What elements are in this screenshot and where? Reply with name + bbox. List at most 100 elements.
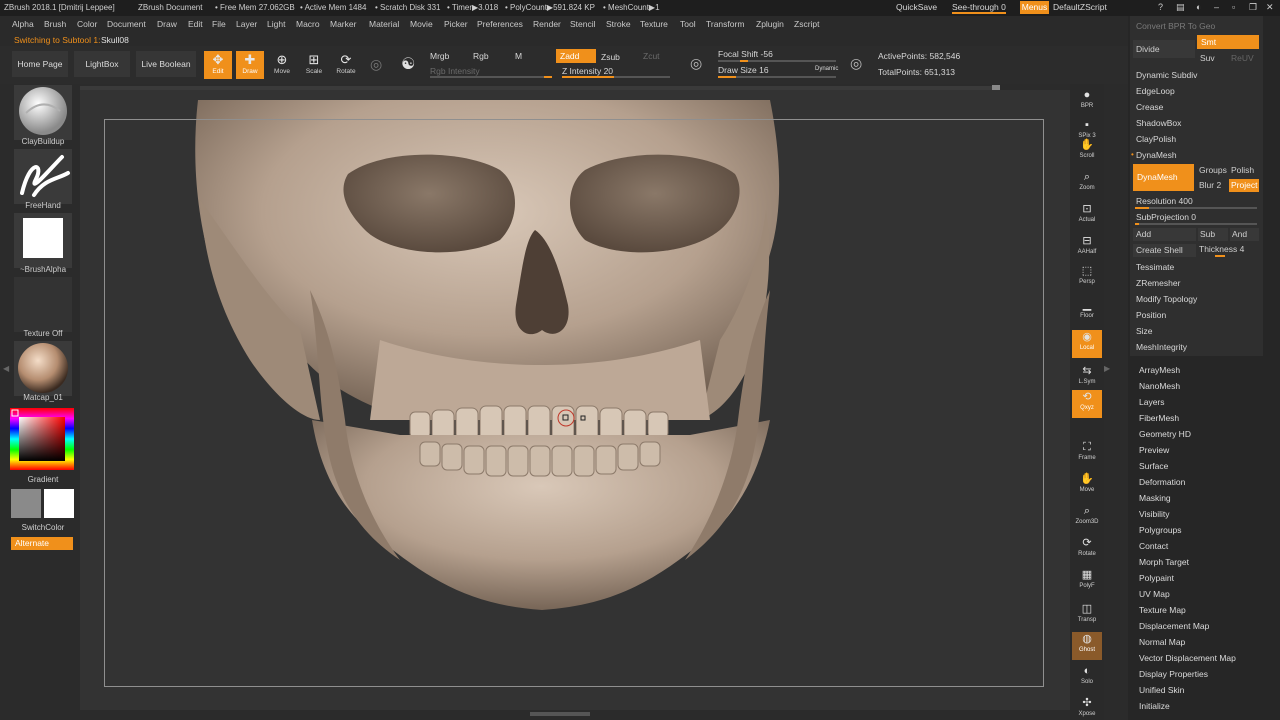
- edgeloop-menu[interactable]: EdgeLoop: [1136, 86, 1175, 96]
- material-thumbnail[interactable]: [14, 341, 72, 396]
- and-button[interactable]: And: [1230, 228, 1259, 241]
- right-shelf-polyf-button[interactable]: ▦ PolyF: [1072, 568, 1102, 596]
- menu-transform[interactable]: Transform: [706, 19, 744, 29]
- menu-edit[interactable]: Edit: [188, 19, 203, 29]
- focal-shift-slider[interactable]: Focal Shift -56: [718, 49, 773, 59]
- rgb-sphere-icon[interactable]: ☯: [401, 54, 415, 74]
- menu-zscript[interactable]: Zscript: [794, 19, 820, 29]
- tessimate-menu[interactable]: Tessimate: [1136, 262, 1174, 272]
- m-button[interactable]: M: [515, 51, 522, 61]
- menu-brush[interactable]: Brush: [44, 19, 66, 29]
- menus-button[interactable]: Menus: [1020, 1, 1049, 14]
- see-through-slider[interactable]: See-through 0: [952, 2, 1006, 14]
- right-shelf-bpr-button[interactable]: ● BPR: [1072, 88, 1102, 116]
- subpalette-visibility[interactable]: Visibility: [1139, 509, 1170, 519]
- rotate-button[interactable]: ⟳ Rotate: [332, 51, 360, 79]
- layout-icon[interactable]: ▤: [1176, 2, 1185, 13]
- zcut-button[interactable]: Zcut: [643, 51, 660, 61]
- rgb-button[interactable]: Rgb: [473, 51, 489, 61]
- subpalette-nanomesh[interactable]: NanoMesh: [1139, 381, 1180, 391]
- size-menu[interactable]: Size: [1136, 326, 1153, 336]
- default-zscript-button[interactable]: DefaultZScript: [1053, 2, 1107, 12]
- right-shelf-zoom-button[interactable]: ⌕ Zoom: [1072, 170, 1102, 198]
- reuv-toggle[interactable]: ReUV: [1231, 52, 1254, 65]
- subpalette-layers[interactable]: Layers: [1139, 397, 1165, 407]
- draw-size-slider[interactable]: Draw Size 16: [718, 65, 769, 75]
- switch-color-button[interactable]: SwitchColor: [8, 523, 78, 532]
- zsub-button[interactable]: Zsub: [601, 52, 620, 62]
- right-tray-arrow-icon[interactable]: ▶: [1104, 364, 1110, 373]
- subpalette-uv-map[interactable]: UV Map: [1139, 589, 1170, 599]
- menu-material[interactable]: Material: [369, 19, 399, 29]
- meshintegrity-menu[interactable]: MeshIntegrity: [1136, 342, 1187, 352]
- z-intensity-slider[interactable]: Z Intensity 20: [562, 66, 613, 76]
- right-shelf-ghost-button[interactable]: ◍ Ghost: [1072, 632, 1102, 660]
- right-shelf-actual-button[interactable]: ⊡ Actual: [1072, 202, 1102, 230]
- scale-button[interactable]: ⊞ Scale: [300, 51, 328, 79]
- left-tray-arrow-icon[interactable]: ◀: [3, 364, 9, 373]
- live-boolean-button[interactable]: Live Boolean: [136, 51, 196, 77]
- menu-alpha[interactable]: Alpha: [12, 19, 34, 29]
- menu-texture[interactable]: Texture: [640, 19, 668, 29]
- focal-icon[interactable]: ◎: [690, 55, 702, 72]
- menu-document[interactable]: Document: [107, 19, 146, 29]
- subpalette-contact[interactable]: Contact: [1139, 541, 1168, 551]
- subpalette-polygroups[interactable]: Polygroups: [1139, 525, 1182, 535]
- right-shelf-frame-button[interactable]: ⛶ Frame: [1072, 440, 1102, 468]
- menu-zplugin[interactable]: Zplugin: [756, 19, 784, 29]
- subpalette-geometry-hd[interactable]: Geometry HD: [1139, 429, 1191, 439]
- zremesher-menu[interactable]: ZRemesher: [1136, 278, 1180, 288]
- divide-button[interactable]: Divide: [1133, 40, 1195, 58]
- stroke-thumbnail[interactable]: [14, 149, 72, 204]
- subpalette-arraymesh[interactable]: ArrayMesh: [1139, 365, 1180, 375]
- close-icon[interactable]: ✕: [1266, 2, 1274, 13]
- mrgb-button[interactable]: Mrgb: [430, 51, 449, 61]
- shadowbox-menu[interactable]: ShadowBox: [1136, 118, 1181, 128]
- menu-stencil[interactable]: Stencil: [570, 19, 596, 29]
- move-button[interactable]: ⊕ Move: [268, 51, 296, 79]
- alternate-button[interactable]: Alternate: [11, 537, 73, 550]
- right-shelf-l-sym-button[interactable]: ⇆ L.Sym: [1072, 364, 1102, 392]
- secondary-color-swatch[interactable]: [11, 489, 41, 518]
- right-shelf-aahalf-button[interactable]: ⊟ AAHalf: [1072, 234, 1102, 262]
- subpalette-texture-map[interactable]: Texture Map: [1139, 605, 1186, 615]
- menu-layer[interactable]: Layer: [236, 19, 257, 29]
- right-shelf-move-button[interactable]: ✋ Move: [1072, 472, 1102, 500]
- material-sphere-icon[interactable]: ◎: [370, 56, 382, 73]
- subpalette-surface[interactable]: Surface: [1139, 461, 1168, 471]
- position-menu[interactable]: Position: [1136, 310, 1166, 320]
- theme-icon[interactable]: ◐: [1196, 2, 1201, 12]
- help-icon[interactable]: ?: [1158, 2, 1163, 12]
- rgb-intensity-slider[interactable]: Rgb Intensity: [430, 66, 480, 76]
- polish-toggle[interactable]: Polish: [1231, 164, 1254, 177]
- dynamesh-button[interactable]: DynaMesh: [1133, 164, 1194, 191]
- quicksave-button[interactable]: QuickSave: [896, 2, 937, 12]
- subpalette-deformation[interactable]: Deformation: [1139, 477, 1185, 487]
- groups-toggle[interactable]: Groups: [1199, 164, 1227, 177]
- project-toggle[interactable]: Project: [1229, 179, 1259, 192]
- right-shelf-transp-button[interactable]: ◫ Transp: [1072, 602, 1102, 630]
- menu-tool[interactable]: Tool: [680, 19, 696, 29]
- crease-menu[interactable]: Crease: [1136, 102, 1163, 112]
- alpha-thumbnail[interactable]: [14, 213, 72, 268]
- subpalette-normal-map[interactable]: Normal Map: [1139, 637, 1185, 647]
- resolution-slider[interactable]: Resolution 400: [1136, 196, 1193, 206]
- menu-preferences[interactable]: Preferences: [477, 19, 523, 29]
- right-shelf-persp-button[interactable]: ⬚ Persp: [1072, 264, 1102, 292]
- menu-picker[interactable]: Picker: [444, 19, 468, 29]
- maximize-icon[interactable]: ▫: [1232, 2, 1235, 12]
- subpalette-fibermesh[interactable]: FiberMesh: [1139, 413, 1179, 423]
- restore-icon[interactable]: ❐: [1249, 2, 1257, 13]
- create-shell-button[interactable]: Create Shell: [1133, 244, 1196, 257]
- right-shelf-zoom3d-button[interactable]: ⌕ Zoom3D: [1072, 504, 1102, 532]
- home-page-button[interactable]: Home Page: [12, 51, 68, 77]
- subpalette-initialize[interactable]: Initialize: [1139, 701, 1170, 711]
- menu-movie[interactable]: Movie: [410, 19, 433, 29]
- subprojection-slider[interactable]: SubProjection 0: [1136, 212, 1196, 222]
- suv-toggle[interactable]: Suv: [1200, 52, 1215, 65]
- subpalette-morph-target[interactable]: Morph Target: [1139, 557, 1189, 567]
- right-shelf-xpose-button[interactable]: ✣ Xpose: [1072, 696, 1102, 720]
- minimize-icon[interactable]: –: [1214, 2, 1219, 12]
- dynamic-subdiv-menu[interactable]: Dynamic Subdiv: [1136, 70, 1197, 80]
- subpalette-vector-displacement-map[interactable]: Vector Displacement Map: [1139, 653, 1236, 663]
